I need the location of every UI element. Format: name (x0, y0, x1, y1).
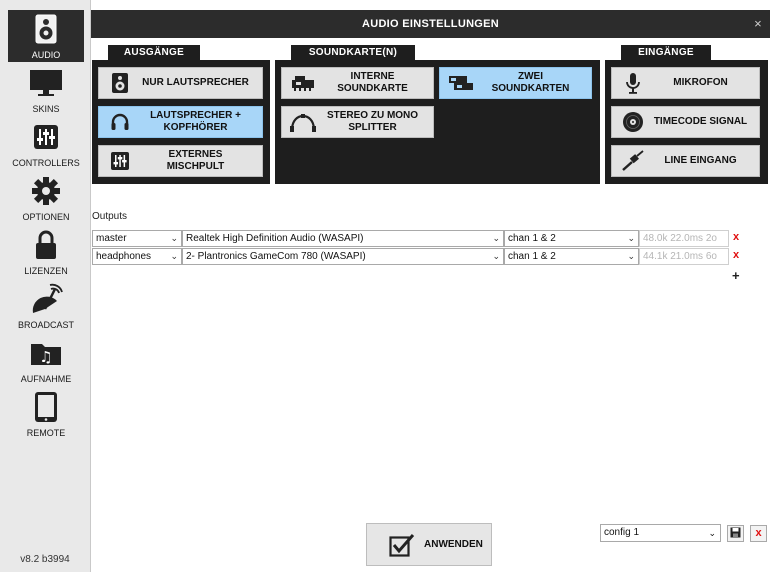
sidebar-item-optionen[interactable]: OPTIONEN (8, 172, 84, 224)
button-label: NUR LAUTSPRECHER (142, 77, 249, 88)
version-label: v8.2 b3994 (20, 554, 70, 565)
group-ausgaenge: NUR LAUTSPRECHER LAUTSPRECHER + KOPFHÖRE… (92, 60, 270, 184)
music-folder-icon: ♫ (8, 337, 84, 369)
button-label: EXTERNES MISCHPULT (166, 149, 225, 172)
chevron-down-icon: ⌄ (170, 251, 178, 261)
delete-config-button[interactable]: x (750, 525, 767, 542)
svg-text:♫: ♫ (39, 348, 52, 366)
channel-select[interactable]: headphones ⌄ (92, 248, 182, 265)
output-info: 48.0k 22.0ms 2o (639, 230, 729, 247)
button-label: MIKROFON (673, 77, 728, 88)
device-select[interactable]: Realtek High Definition Audio (WASAPI) ⌄ (182, 230, 504, 247)
stereo-mono-splitter-button[interactable]: STEREO ZU MONO SPLITTER (281, 106, 434, 138)
apply-button[interactable]: ANWENDEN (366, 523, 492, 566)
monitor-icon (8, 67, 84, 99)
sidebar-item-label: SKINS (32, 104, 60, 114)
speaker-icon (8, 13, 84, 45)
sidebar-item-label: BROADCAST (17, 320, 74, 330)
channel-select[interactable]: master ⌄ (92, 230, 182, 247)
tablet-icon (8, 391, 84, 423)
save-config-button[interactable] (727, 525, 744, 542)
sidebar-item-label: AUFNAHME (20, 374, 72, 384)
chan-select[interactable]: chan 1 & 2 ⌄ (504, 230, 639, 247)
button-label: ZWEI SOUNDKARTEN (491, 71, 570, 94)
audio-settings-panel: AUDIO EINSTELLUNGEN × AUSGÄNGE NUR LAUTS… (91, 0, 770, 572)
group-title-soundkarte: SOUNDKARTE(N) (291, 45, 415, 61)
delete-x-icon: x (755, 527, 762, 539)
output-external-mixer-button[interactable]: EXTERNES MISCHPULT (98, 145, 263, 177)
output-info: 44.1k 21.0ms 6o (639, 248, 729, 265)
floppy-disk-icon (730, 525, 741, 543)
sidebar-item-label: CONTROLLERS (12, 158, 80, 168)
microphone-button[interactable]: MIKROFON (611, 67, 760, 99)
dialog-title: AUDIO EINSTELLUNGEN (361, 18, 500, 30)
delete-output-icon[interactable]: x (733, 231, 739, 243)
group-eingaenge: MIKROFON TIMECODE SIGNAL LINE EINGANG (605, 60, 768, 184)
line-input-button[interactable]: LINE EINGANG (611, 145, 760, 177)
checkbox-check-icon (389, 533, 415, 557)
sidebar-item-broadcast[interactable]: BROADCAST (8, 280, 84, 332)
chevron-down-icon: ⌄ (708, 528, 716, 538)
close-icon[interactable]: × (754, 10, 762, 38)
outputs-label: Outputs (92, 211, 128, 222)
group-soundkarte: INTERNE SOUNDKARTE ZWEI SOUNDKARTEN STER… (275, 60, 600, 184)
sidebar-item-label: REMOTE (26, 428, 66, 438)
dual-soundcard-icon (446, 68, 476, 98)
internal-soundcard-button[interactable]: INTERNE SOUNDKARTE (281, 67, 434, 99)
mixer-icon (105, 146, 135, 176)
gear-icon (8, 175, 84, 207)
delete-output-icon[interactable]: x (733, 249, 739, 261)
sliders-icon (8, 121, 84, 153)
button-label: STEREO ZU MONO SPLITTER (326, 110, 419, 133)
sidebar-item-aufnahme[interactable]: ♫ AUFNAHME (8, 334, 84, 386)
button-label: LINE EINGANG (664, 155, 737, 166)
sidebar: AUDIO SKINS CONTROLLERS OPTIONEN LIZENZE… (0, 0, 91, 572)
config-select[interactable]: config 1 ⌄ (600, 524, 721, 542)
chevron-down-icon: ⌄ (492, 251, 500, 261)
button-label: LAUTSPRECHER + KOPFHÖRER (150, 110, 241, 133)
apply-label: ANWENDEN (424, 539, 483, 550)
button-label: INTERNE SOUNDKARTE (337, 71, 408, 94)
jack-cable-icon (618, 146, 648, 176)
chevron-down-icon: ⌄ (627, 233, 635, 243)
sidebar-item-audio[interactable]: AUDIO (8, 10, 84, 62)
group-title-ausgaenge: AUSGÄNGE (108, 45, 200, 61)
two-soundcards-button[interactable]: ZWEI SOUNDKARTEN (439, 67, 592, 99)
sidebar-item-label: OPTIONEN (22, 212, 70, 222)
sidebar-item-label: AUDIO (31, 50, 61, 60)
chan-select[interactable]: chan 1 & 2 ⌄ (504, 248, 639, 265)
speaker-icon (105, 68, 135, 98)
sidebar-item-skins[interactable]: SKINS (8, 64, 84, 116)
button-label: TIMECODE SIGNAL (653, 116, 748, 127)
soundcard-icon (288, 68, 318, 98)
splitter-cable-icon (288, 107, 318, 137)
chevron-down-icon: ⌄ (170, 233, 178, 243)
sidebar-item-lizenzen[interactable]: LIZENZEN (8, 226, 84, 278)
group-title-eingaenge: EINGÄNGE (621, 45, 711, 61)
vinyl-icon (618, 107, 648, 137)
chevron-down-icon: ⌄ (627, 251, 635, 261)
add-output-icon[interactable]: + (732, 268, 740, 283)
chevron-down-icon: ⌄ (492, 233, 500, 243)
output-only-speakers-button[interactable]: NUR LAUTSPRECHER (98, 67, 263, 99)
device-select[interactable]: 2- Plantronics GameCom 780 (WASAPI) ⌄ (182, 248, 504, 265)
headphones-icon (105, 107, 135, 137)
sidebar-item-remote[interactable]: REMOTE (8, 388, 84, 440)
output-speakers-headphones-button[interactable]: LAUTSPRECHER + KOPFHÖRER (98, 106, 263, 138)
dialog-titlebar: AUDIO EINSTELLUNGEN × (91, 10, 770, 38)
sidebar-item-label: LIZENZEN (24, 266, 68, 276)
broadcast-icon (8, 283, 84, 315)
sidebar-item-controllers[interactable]: CONTROLLERS (8, 118, 84, 170)
microphone-icon (618, 68, 648, 98)
lock-icon (8, 229, 84, 261)
timecode-signal-button[interactable]: TIMECODE SIGNAL (611, 106, 760, 138)
